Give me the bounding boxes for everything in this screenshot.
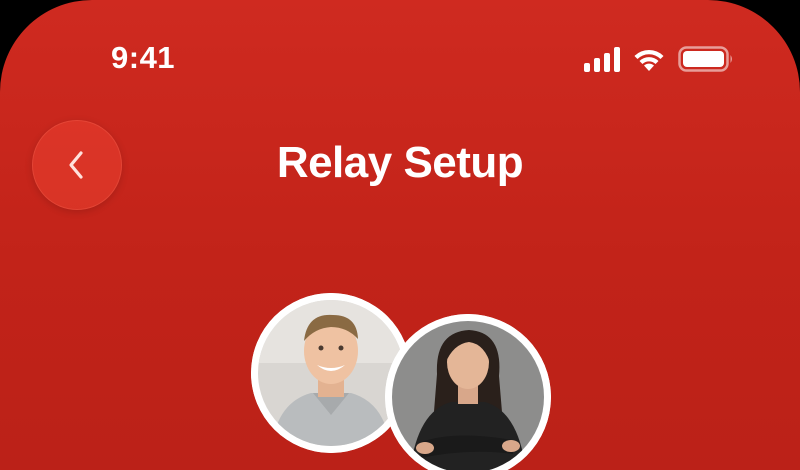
- page-title: Relay Setup: [276, 138, 524, 187]
- woman-photo: [385, 314, 551, 470]
- status-icons: [584, 46, 734, 72]
- screen: 9:41 Relay Setup: [0, 0, 800, 470]
- avatar: [251, 293, 411, 453]
- app-screen: 9:41 Relay Setup: [0, 0, 800, 470]
- cellular-signal-icon: [584, 46, 620, 72]
- wifi-icon: [632, 46, 666, 72]
- status-time: 9:41: [111, 40, 176, 75]
- battery-icon: [678, 46, 734, 72]
- avatar: [385, 314, 551, 470]
- man-photo: [251, 293, 411, 453]
